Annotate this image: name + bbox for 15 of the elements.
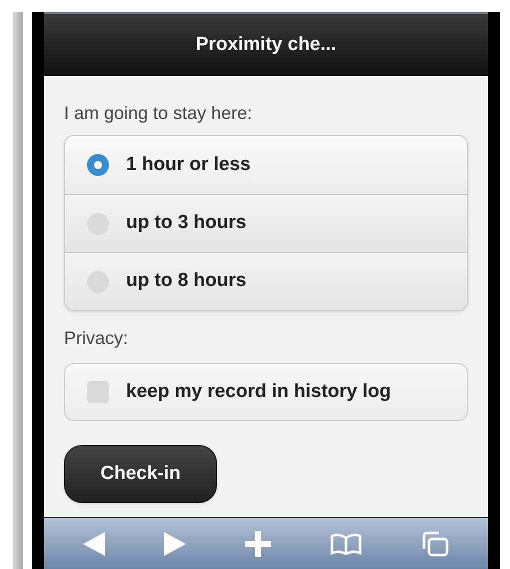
book-icon[interactable]	[330, 532, 362, 554]
plus-icon[interactable]	[244, 530, 271, 556]
radio-button[interactable]	[87, 154, 109, 176]
section-label: Privacy:	[64, 327, 130, 349]
radio-option[interactable]: up to 8 hours	[65, 252, 467, 310]
back-arrow-icon[interactable]	[83, 532, 106, 556]
section-label: I am going to stay here:	[64, 102, 254, 124]
page-title: Proximity che...	[196, 32, 336, 57]
check-in-button[interactable]: Check-in	[64, 445, 217, 503]
radio-option[interactable]: up to 3 hours	[65, 194, 467, 252]
checkbox-option[interactable]: keep my record in history log	[64, 363, 468, 421]
radio-option[interactable]: 1 hour or less	[65, 136, 467, 194]
forward-arrow-icon[interactable]	[164, 532, 186, 556]
checkbox[interactable]	[87, 381, 109, 403]
tabs-icon[interactable]	[420, 530, 449, 556]
